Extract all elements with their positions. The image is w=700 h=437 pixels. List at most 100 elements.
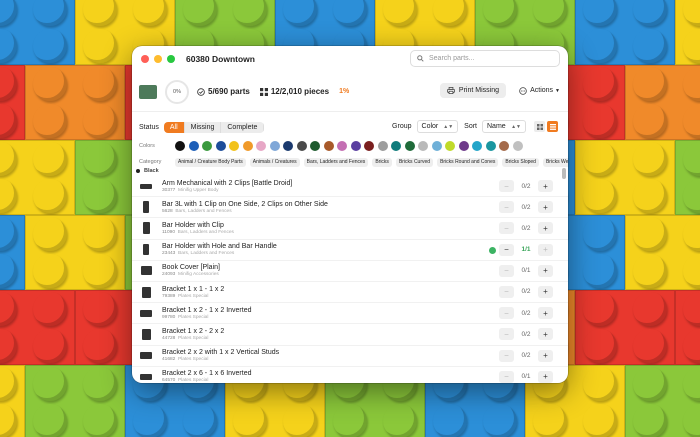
part-category: Plates Special <box>178 314 209 320</box>
increment-button[interactable]: + <box>538 349 553 362</box>
color-swatch[interactable] <box>485 141 496 151</box>
part-row[interactable]: Bracket 1 x 2 - 1 x 2 Inverted 99780 Pla… <box>132 303 568 325</box>
search-field[interactable]: Search parts... <box>410 50 560 67</box>
color-swatch[interactable] <box>256 141 266 151</box>
status-all[interactable]: All <box>163 121 185 133</box>
decrement-button[interactable]: − <box>499 349 514 362</box>
decrement-button[interactable]: − <box>499 180 514 192</box>
increment-button[interactable]: + <box>538 285 553 298</box>
decrement-button[interactable]: − <box>499 201 514 214</box>
color-swatch[interactable] <box>175 141 185 151</box>
part-row[interactable]: Book Cover [Plain] 24093 Minifig Accesso… <box>132 261 568 282</box>
color-swatch[interactable] <box>323 141 334 151</box>
decrement-button[interactable]: − <box>499 264 514 277</box>
part-row[interactable]: Bracket 1 x 1 - 1 x 2 79389 Plates Speci… <box>132 282 568 304</box>
lego-brick <box>675 0 700 65</box>
increment-button[interactable]: + <box>538 307 553 320</box>
color-swatch[interactable] <box>202 141 212 151</box>
decrement-button[interactable]: − <box>499 243 514 256</box>
color-swatch[interactable] <box>283 141 293 151</box>
decrement-button[interactable]: − <box>499 307 514 320</box>
close-button[interactable] <box>141 55 149 63</box>
lego-stud <box>583 404 617 437</box>
color-swatch[interactable] <box>337 141 347 151</box>
increment-button[interactable]: + <box>538 328 553 341</box>
part-row[interactable]: Bracket 1 x 2 - 2 x 2 44728 Plates Speci… <box>132 324 568 346</box>
color-swatch[interactable] <box>229 141 239 151</box>
part-info: Bar Holder with Hole and Bar Handle 2344… <box>162 242 277 257</box>
actions-menu-button[interactable]: Actions ▼ <box>519 83 560 98</box>
lego-stud <box>683 142 700 176</box>
decrement-button[interactable]: − <box>499 370 514 383</box>
part-category: Minifig Accessories <box>178 272 219 278</box>
color-swatch[interactable] <box>310 141 320 151</box>
part-row[interactable]: Bar Holder with Clip 11090 Bars, Ladders… <box>132 218 568 240</box>
lego-stud <box>233 404 267 437</box>
color-swatch[interactable] <box>242 141 253 151</box>
status-complete[interactable]: Complete <box>221 121 265 133</box>
decrement-button[interactable]: − <box>499 285 514 298</box>
color-swatch[interactable] <box>418 141 428 151</box>
lego-stud <box>583 292 617 326</box>
lego-stud <box>33 29 67 63</box>
part-category: Bars, Ladders and Fences <box>175 208 232 214</box>
lego-stud <box>83 104 117 138</box>
parts-list[interactable]: Black Arm Mechanical with 2 Clips [Battl… <box>132 165 568 383</box>
lego-stud <box>83 67 117 101</box>
color-swatch[interactable] <box>269 141 280 151</box>
lego-stud <box>83 179 117 213</box>
part-row[interactable]: Bracket 2 x 2 with 1 x 2 Vertical Studs … <box>132 346 568 367</box>
part-image <box>138 326 154 342</box>
color-dot <box>136 168 140 173</box>
quantity-stepper: − 0/2 + <box>499 349 553 362</box>
color-swatch[interactable] <box>472 141 482 151</box>
complete-check-icon <box>489 246 496 254</box>
color-swatch[interactable] <box>296 141 307 151</box>
increment-button[interactable]: + <box>538 180 553 192</box>
zoom-button[interactable] <box>167 55 175 63</box>
part-info: Bar Holder with Clip 11090 Bars, Ladders… <box>162 221 234 236</box>
window-title: 60380 Downtown <box>186 54 255 64</box>
decrement-button[interactable]: − <box>499 328 514 341</box>
decrement-button[interactable]: − <box>499 222 514 235</box>
increment-button[interactable]: + <box>538 222 553 235</box>
lego-stud <box>683 254 700 288</box>
color-swatch[interactable] <box>512 141 523 151</box>
lego-brick <box>675 140 700 215</box>
part-row[interactable]: Bar Holder with Hole and Bar Handle 2344… <box>132 240 568 261</box>
increment-button[interactable]: + <box>538 201 553 214</box>
part-image <box>138 348 154 364</box>
list-view-button[interactable] <box>547 121 558 132</box>
color-swatch[interactable] <box>445 141 455 151</box>
part-category: Bars, Ladders and Fences <box>177 229 234 235</box>
scrollbar-thumb[interactable] <box>562 168 566 179</box>
status-missing[interactable]: Missing <box>184 121 222 133</box>
increment-button[interactable]: + <box>538 370 553 383</box>
color-swatch[interactable] <box>215 141 226 151</box>
group-select[interactable]: Color ▲▼ <box>416 120 459 133</box>
grid-view-button[interactable] <box>534 121 545 132</box>
part-name: Bracket 1 x 1 - 1 x 2 <box>162 285 225 293</box>
color-swatch[interactable] <box>350 141 361 151</box>
chevron-updown-icon: ▲▼ <box>443 123 454 130</box>
increment-button[interactable]: + <box>538 243 553 256</box>
check-circle-icon <box>197 87 205 96</box>
color-swatch[interactable] <box>431 141 442 151</box>
print-missing-button[interactable]: Print Missing <box>439 83 506 98</box>
color-swatch[interactable] <box>188 141 199 151</box>
part-row[interactable]: Bar 3L with 1 Clip on One Side, 2 Clips … <box>132 197 568 219</box>
lego-stud <box>0 254 17 288</box>
color-swatch[interactable] <box>377 141 388 151</box>
increment-button[interactable]: + <box>538 264 553 277</box>
color-swatch[interactable] <box>458 141 469 151</box>
part-row[interactable]: Arm Mechanical with 2 Clips [Battle Droi… <box>132 176 568 198</box>
color-swatch[interactable] <box>404 141 415 151</box>
sort-select[interactable]: Name ▲▼ <box>482 120 526 133</box>
part-id: 64570 <box>162 378 176 383</box>
part-row[interactable]: Bracket 2 x 6 - 1 x 6 Inverted 64570 Pla… <box>132 367 568 383</box>
color-swatch[interactable] <box>499 141 509 151</box>
minimize-button[interactable] <box>154 55 162 63</box>
part-id: 5628 <box>162 208 173 214</box>
color-swatch[interactable] <box>364 141 374 151</box>
color-swatch[interactable] <box>391 141 401 151</box>
